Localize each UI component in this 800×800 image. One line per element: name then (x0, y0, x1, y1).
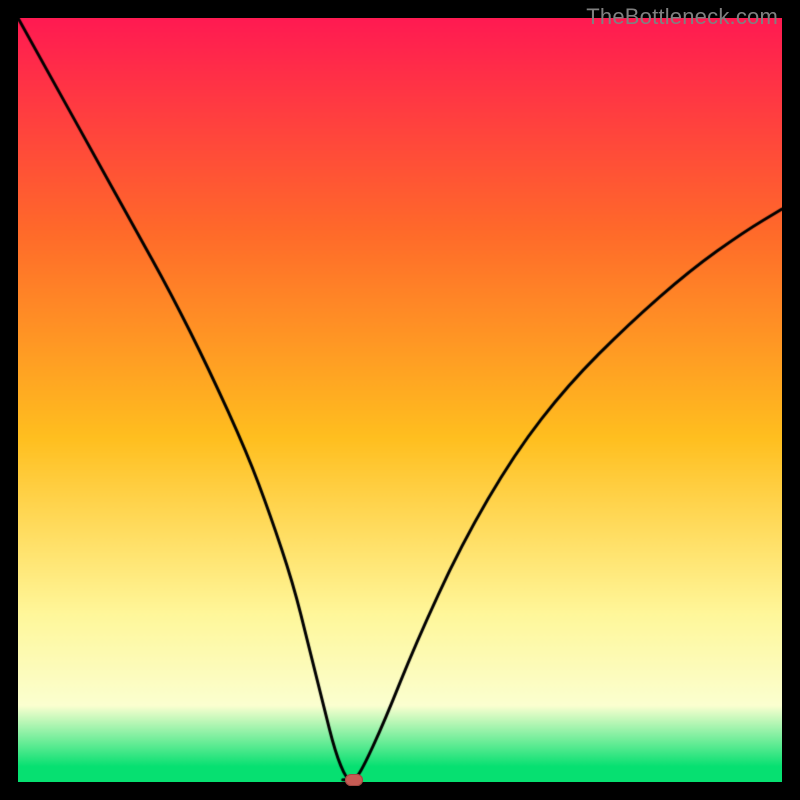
optimal-point-marker (345, 774, 363, 786)
watermark-text: TheBottleneck.com (586, 4, 778, 30)
bottleneck-curve (18, 18, 782, 782)
chart-frame (18, 18, 782, 782)
